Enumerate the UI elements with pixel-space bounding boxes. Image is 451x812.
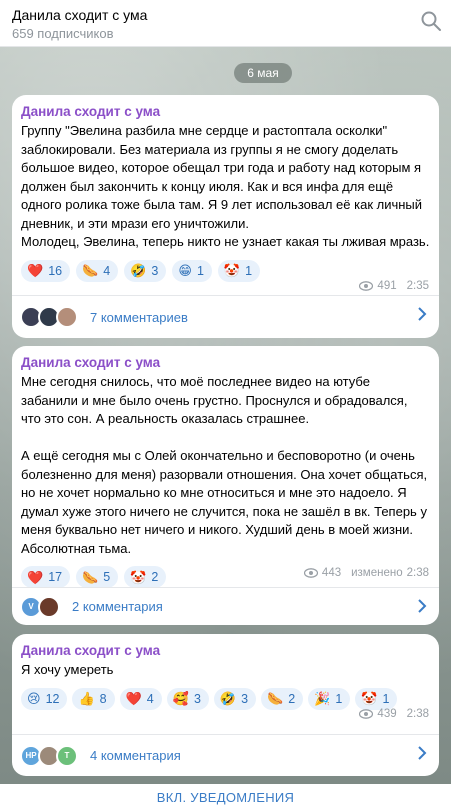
edited-label: изменено (351, 567, 403, 579)
post-time: 2:35 (406, 280, 429, 292)
reactions-bar: ❤️ 16 🌭 4 🤣 3 😁 1 🤡 1 (21, 259, 430, 282)
reaction-emoji-icon: 🤡 (130, 569, 147, 585)
post-meta: 439 2:38 (359, 708, 429, 720)
reaction-chip[interactable]: 🥰 3 (166, 687, 209, 710)
channel-post[interactable]: Данила сходит с ума Я хочу умереть 😢 12 👍 8… (12, 634, 439, 776)
reaction-count: 2 (288, 691, 296, 706)
view-count: 491 (377, 280, 397, 292)
comments-button[interactable]: V 2 комментария (12, 587, 439, 625)
channel-title: Данила сходит с ума (12, 7, 148, 23)
chevron-right-icon (418, 746, 427, 760)
reaction-emoji-icon: 😢 (27, 691, 41, 706)
view-count: 439 (377, 708, 397, 720)
avatar: T (56, 744, 78, 767)
commenter-avatars (20, 306, 78, 328)
eye-icon (359, 281, 374, 291)
reaction-chip[interactable]: 😢 12 (21, 687, 68, 710)
post-text: Группу "Эвелина разбила мне сердце и рас… (21, 123, 430, 249)
channel-post[interactable]: Данила сходит с ума Группу "Эвелина разб… (12, 95, 439, 338)
post-text: Мне сегодня снилось, что моё последнее в… (21, 374, 428, 556)
channel-post[interactable]: Данила сходит с ума Мне сегодня снилось,… (12, 346, 439, 625)
reaction-chip[interactable]: 🤣 3 (124, 259, 167, 282)
reaction-chip[interactable]: 🤣 3 (213, 687, 257, 710)
reaction-count: 1 (245, 263, 253, 278)
reaction-emoji-icon: 🎉 (314, 691, 331, 706)
channel-header[interactable]: Данила сходит с ума 659 подписчиков (0, 0, 451, 47)
reaction-emoji-icon: 🌭 (82, 263, 99, 278)
post-text: Я хочу умереть (21, 662, 114, 677)
reaction-count: 1 (382, 691, 390, 706)
enable-notifications-button[interactable]: ВКЛ. УВЕДОМЛЕНИЯ (0, 784, 451, 812)
view-count: 443 (321, 567, 342, 579)
reaction-count: 3 (151, 263, 159, 278)
reaction-count: 17 (48, 570, 63, 584)
comments-label: 2 комментария (72, 599, 163, 614)
reaction-emoji-icon: 🌭 (82, 569, 99, 585)
post-time: 2:38 (406, 567, 429, 579)
reaction-chip[interactable]: 🤡 1 (217, 259, 261, 282)
reaction-chip[interactable]: 😁 1 (172, 259, 212, 282)
comments-label: 4 комментария (90, 748, 181, 763)
reaction-emoji-icon: 🤡 (223, 263, 241, 278)
comments-label: 7 комментариев (90, 309, 188, 325)
avatar (38, 595, 60, 618)
post-author[interactable]: Данила сходит с ума (21, 642, 430, 660)
reaction-emoji-icon: 👍 (78, 691, 95, 706)
chevron-right-icon (418, 599, 427, 613)
reaction-emoji-icon: ❤️ (27, 569, 44, 585)
reaction-count: 1 (335, 691, 343, 706)
reaction-emoji-icon: 🥰 (172, 691, 189, 706)
reaction-chip[interactable]: ❤️ 16 (21, 259, 71, 282)
reaction-emoji-icon: 🌭 (267, 691, 284, 706)
chevron-right-icon (418, 307, 427, 321)
reaction-emoji-icon: 🤣 (130, 263, 147, 278)
reaction-chip[interactable]: 🌭 5 (76, 566, 119, 588)
post-author[interactable]: Данила сходит с ума (21, 103, 430, 121)
eye-icon (303, 568, 318, 578)
reaction-emoji-icon: 🤡 (361, 691, 378, 706)
post-meta: 443 изменено 2:38 (303, 567, 429, 579)
reaction-chip[interactable]: 🎉 1 (308, 687, 351, 710)
subscriber-count: 659 подписчиков (12, 26, 114, 41)
reaction-emoji-icon: 😁 (178, 263, 192, 278)
post-author[interactable]: Данила сходит с ума (21, 354, 430, 372)
reaction-count: 3 (193, 691, 201, 706)
reaction-count: 4 (103, 263, 111, 278)
reaction-count: 12 (45, 691, 60, 706)
comments-button[interactable]: 7 комментариев (12, 295, 439, 338)
reaction-chip[interactable]: 👍 8 (72, 687, 115, 710)
avatar (56, 306, 78, 328)
reaction-count: 8 (99, 691, 107, 706)
reaction-count: 3 (241, 691, 249, 706)
date-separator: 6 мая (234, 63, 292, 83)
reaction-chip[interactable]: 🤡 1 (355, 687, 398, 710)
comments-button[interactable]: HP T 4 комментария (12, 734, 439, 776)
eye-icon (359, 709, 374, 719)
reactions-bar: 😢 12 👍 8 ❤️ 4 🥰 3 🤣 3 🌭 2 🎉 1 🤡 1 (21, 687, 430, 710)
reaction-chip[interactable]: 🌭 2 (261, 687, 304, 710)
reaction-count: 5 (103, 570, 111, 584)
reaction-emoji-icon: ❤️ (125, 691, 142, 706)
reaction-count: 1 (196, 263, 204, 278)
reaction-count: 16 (48, 263, 63, 278)
reaction-chip[interactable]: ❤️ 4 (119, 687, 162, 710)
search-icon[interactable] (420, 10, 442, 32)
post-time: 2:38 (406, 708, 429, 720)
reaction-emoji-icon: 🤣 (219, 691, 237, 706)
commenter-avatars: V (20, 595, 60, 618)
reaction-chip[interactable]: ❤️ 17 (21, 566, 71, 588)
commenter-avatars: HP T (20, 744, 78, 767)
reaction-chip[interactable]: 🤡 2 (124, 566, 167, 588)
post-meta: 491 2:35 (359, 280, 429, 292)
reaction-emoji-icon: ❤️ (27, 263, 44, 278)
reaction-count: 2 (151, 570, 159, 584)
reaction-chip[interactable]: 🌭 4 (76, 259, 119, 282)
reaction-count: 4 (146, 691, 154, 706)
